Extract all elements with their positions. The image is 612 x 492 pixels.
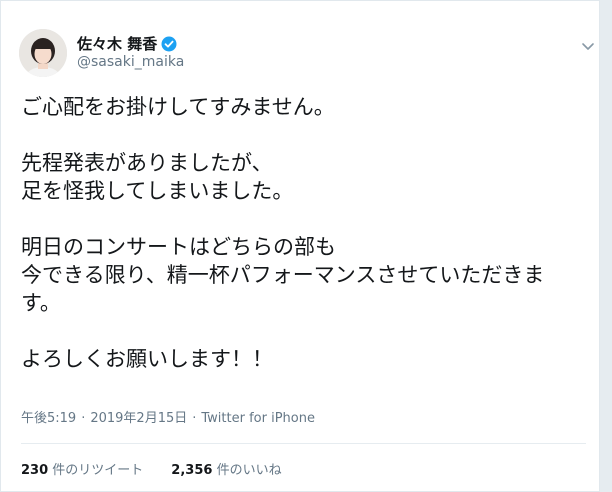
- likes-stat[interactable]: 2,356 件のいいね: [171, 459, 281, 478]
- avatar[interactable]: [19, 29, 67, 77]
- likes-label: 件のいいね: [216, 463, 282, 478]
- chevron-down-icon[interactable]: [581, 37, 595, 50]
- tweet-time[interactable]: 午後5:19: [21, 411, 76, 426]
- retweets-label: 件のリツイート: [52, 463, 144, 478]
- tweet-date[interactable]: 2019年2月15日: [90, 411, 187, 426]
- tweet-line: 先程発表がありましたが、: [21, 151, 273, 175]
- tweet-line: 今できる限り、精一杯パフォーマンスさせていただきま: [21, 263, 545, 287]
- display-name-row[interactable]: 佐々木 舞香: [77, 33, 177, 54]
- retweets-stat[interactable]: 230 件のリツイート: [21, 459, 143, 478]
- tweet-line: よろしくお願いします！！: [21, 347, 273, 371]
- tweet-line-blank: [21, 317, 586, 345]
- tweet-line-blank: [21, 205, 586, 233]
- display-name[interactable]: 佐々木 舞香: [77, 33, 157, 54]
- tweet-line: 明日のコンサートはどちらの部も: [21, 235, 336, 259]
- divider: [21, 443, 586, 444]
- verified-badge-icon: [161, 36, 177, 52]
- tweet-card: 佐々木 舞香 @sasaki_maika ご心配をお掛けしてすみません。 先程発…: [0, 0, 600, 492]
- meta-separator: ·: [192, 411, 197, 426]
- meta-separator: ·: [81, 411, 86, 426]
- tweet-line: 足を怪我してしまいました。: [21, 179, 294, 203]
- likes-count: 2,356: [171, 463, 213, 478]
- tweet-source[interactable]: Twitter for iPhone: [201, 411, 315, 426]
- retweets-count: 230: [21, 463, 49, 478]
- tweet-line: ご心配をお掛けしてすみません。: [21, 95, 335, 119]
- tweet-stats: 230 件のリツイート 2,356 件のいいね: [21, 459, 282, 478]
- user-handle[interactable]: @sasaki_maika: [77, 54, 184, 70]
- tweet-line-blank: [21, 121, 586, 149]
- tweet-line: す。: [21, 291, 61, 315]
- avatar-image: [19, 29, 67, 77]
- tweet-text: ご心配をお掛けしてすみません。 先程発表がありましたが、 足を怪我してしまいまし…: [21, 93, 586, 373]
- tweet-meta: 午後5:19 · 2019年2月15日 · Twitter for iPhone: [21, 407, 315, 426]
